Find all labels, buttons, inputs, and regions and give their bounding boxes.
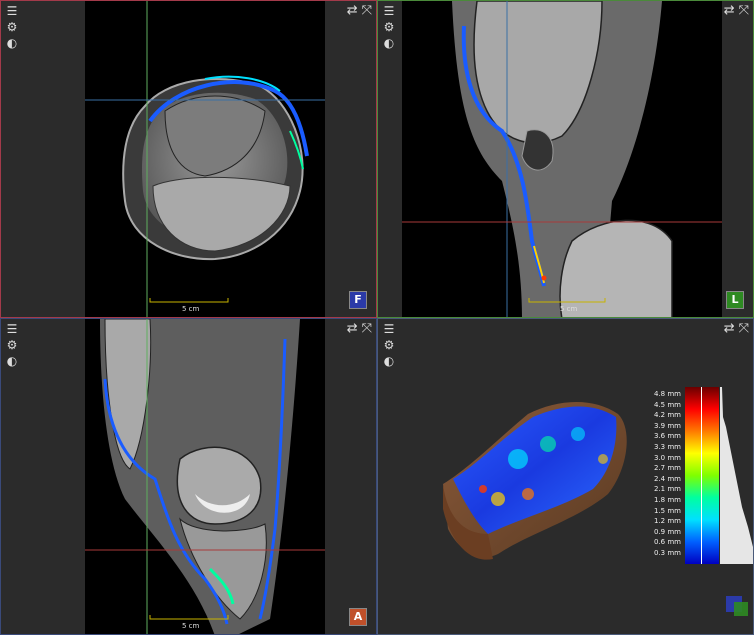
maximize-icon[interactable]: ⤧ <box>739 3 749 18</box>
colorbar-tick-label: 2.1 mm <box>654 485 681 494</box>
3d-volume-panel[interactable]: ☰ ⚙ ◐ ⇄ ⤧ 4.8 mm 4.5 mm 4.2 mm 3.9 mm 3.6 mm 3… <box>377 318 754 635</box>
contrast-icon[interactable]: ◐ <box>5 36 19 50</box>
orientation-badge: F <box>349 291 367 309</box>
orientation-badge: L <box>726 291 744 309</box>
hamburger-menu-icon[interactable]: ☰ <box>382 4 396 18</box>
scale-bar-label: 5 cm <box>182 622 200 630</box>
gear-icon[interactable]: ⚙ <box>5 338 19 352</box>
colorbar-tick-label: 1.5 mm <box>654 506 681 515</box>
swap-arrows-icon[interactable]: ⇄ <box>347 3 358 18</box>
sagittal-view-panel[interactable]: ☰ ⚙ ◐ ⇄ ⤧ 5 cm L <box>377 0 754 318</box>
colorbar-tick-label: 4.8 mm <box>654 390 681 398</box>
coronal-view-panel[interactable]: ☰ ⚙ ◐ ⇄ ⤧ 5 cm A <box>0 318 377 635</box>
axial-image[interactable]: 5 cm <box>85 1 325 317</box>
swap-arrows-icon[interactable]: ⇄ <box>724 3 735 18</box>
colorbar-tick-label: 0.3 mm <box>654 549 681 557</box>
gear-icon[interactable]: ⚙ <box>5 20 19 34</box>
colorbar-tick-label: 2.4 mm <box>654 474 681 483</box>
axial-view-panel[interactable]: ☰ ⚙ ◐ ⇄ ⤧ 5 cm F <box>0 0 377 318</box>
contrast-icon[interactable]: ◐ <box>5 354 19 368</box>
coronal-image[interactable]: 5 cm <box>85 319 325 634</box>
scale-bar-label: 5 cm <box>182 305 200 313</box>
histogram <box>720 387 753 564</box>
color-scale-bar <box>685 387 719 564</box>
colorbar-tick-label: 1.8 mm <box>654 496 681 504</box>
orientation-badge: A <box>349 608 367 626</box>
colorbar-tick-label: 4.5 mm <box>654 400 681 409</box>
colorbar-tick-label: 0.9 mm <box>654 527 681 536</box>
colorbar-tick-label: 4.2 mm <box>654 411 681 420</box>
gear-icon[interactable]: ⚙ <box>382 20 396 34</box>
contrast-icon[interactable]: ◐ <box>382 36 396 50</box>
colorbar-tick-label: 1.2 mm <box>654 517 681 526</box>
maximize-icon[interactable]: ⤧ <box>362 3 372 18</box>
colorbar-tick-label: 3.3 mm <box>654 443 681 451</box>
sagittal-image[interactable]: 5 cm <box>402 1 722 317</box>
hamburger-menu-icon[interactable]: ☰ <box>5 4 19 18</box>
scale-bar-label: 5 cm <box>560 305 578 313</box>
colorbar-tick-label: 0.6 mm <box>654 538 681 547</box>
colorbar-tick-label: 2.7 mm <box>654 464 681 473</box>
colorbar-tick-label: 3.0 mm <box>654 453 681 462</box>
swap-arrows-icon[interactable]: ⇄ <box>347 321 358 336</box>
maximize-icon[interactable]: ⤧ <box>362 321 372 336</box>
hamburger-menu-icon[interactable]: ☰ <box>5 322 19 336</box>
colorbar-tick-label: 3.9 mm <box>654 421 681 430</box>
colorbar-tick-label: 3.6 mm <box>654 432 681 441</box>
